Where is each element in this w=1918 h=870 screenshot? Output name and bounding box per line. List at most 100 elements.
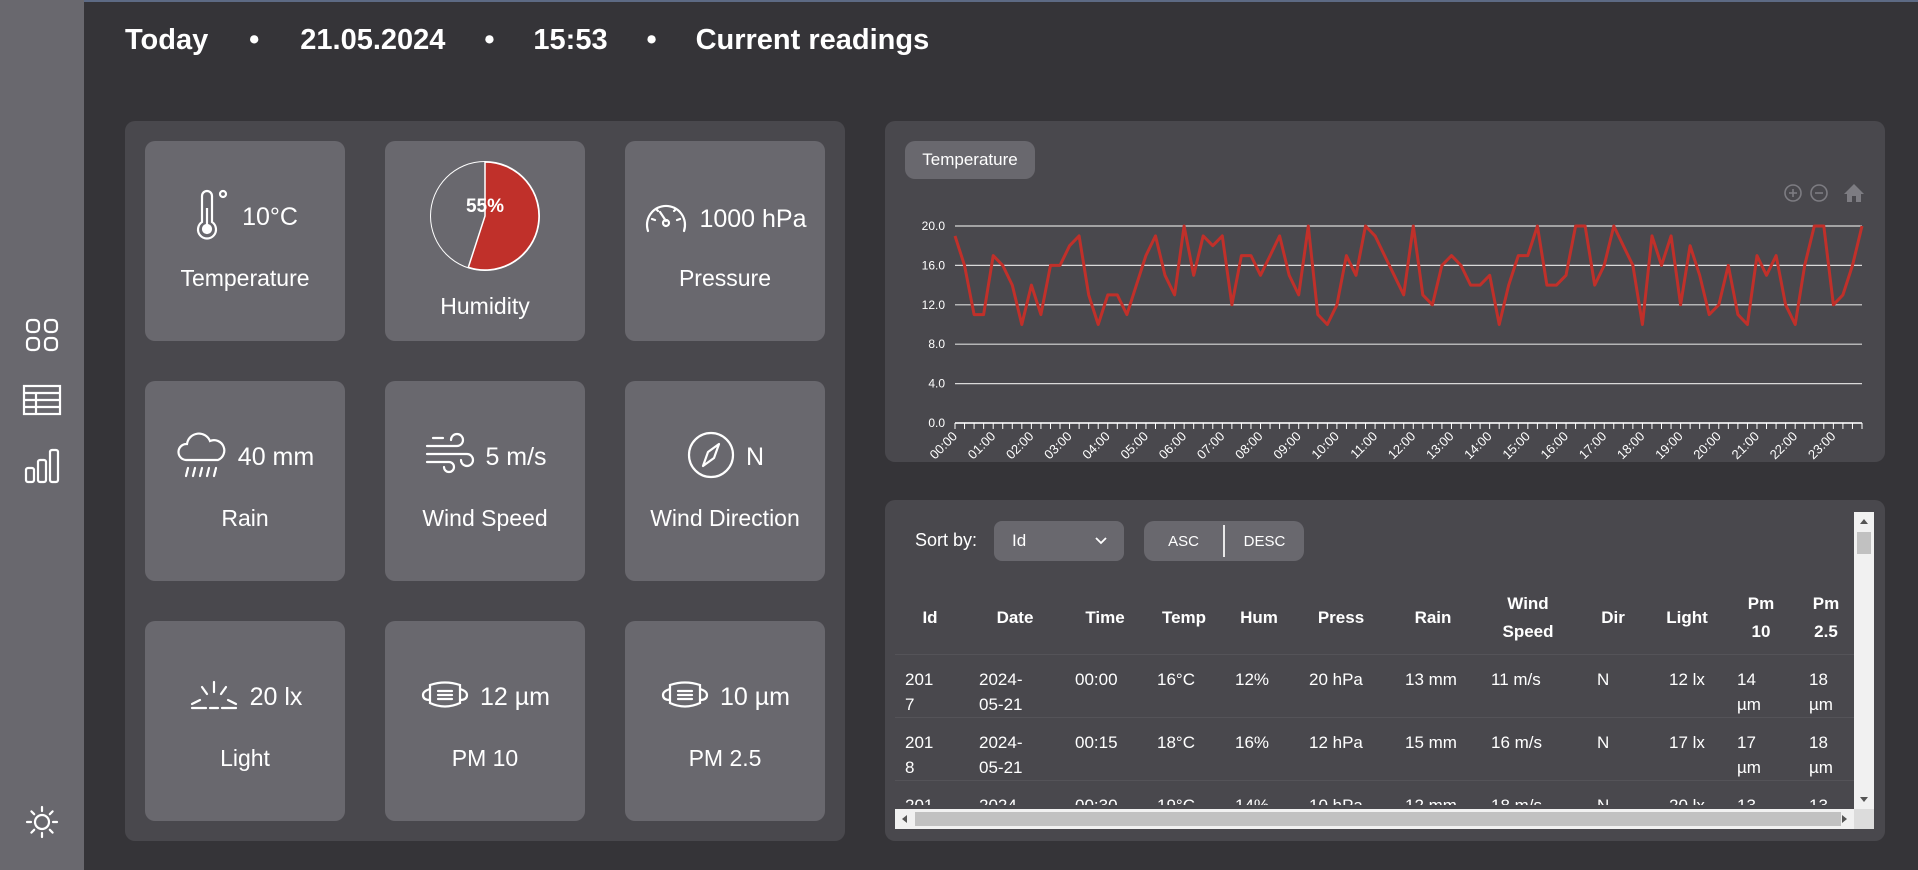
table-icon[interactable]	[22, 380, 62, 420]
thermometer-icon	[192, 188, 232, 247]
column-header[interactable]: Dir	[1577, 583, 1649, 654]
humidity-value: 55%	[465, 196, 505, 217]
column-header[interactable]: Pm 2.5	[1797, 583, 1855, 654]
sunrise-icon	[188, 678, 240, 717]
tile-pm10: 12 µm PM 10	[385, 621, 585, 821]
table-cell: N	[1577, 716, 1649, 780]
table-cell: 17 lx	[1649, 716, 1725, 780]
table-cell: 16°C	[1145, 653, 1223, 717]
column-header-label: Time	[1085, 608, 1125, 628]
wind-direction-value: N	[745, 442, 765, 471]
table-cell-text: 201	[905, 732, 934, 752]
column-header[interactable]: Id	[895, 583, 965, 654]
x-tick-label: 13:00	[1423, 429, 1457, 462]
table-cell-text: 2024-	[979, 732, 1023, 752]
x-tick-label: 16:00	[1538, 429, 1572, 462]
wind-speed-value: 5 m/s	[485, 442, 547, 471]
light-label: Light	[220, 745, 270, 771]
column-header-label: Speed	[1502, 622, 1554, 642]
table-cell: 00:30	[1065, 779, 1145, 805]
y-tick-label: 4.0	[928, 377, 945, 391]
vertical-scrollbar[interactable]	[1854, 512, 1874, 809]
rain-label: Rain	[221, 505, 269, 531]
column-header[interactable]: Light	[1649, 583, 1725, 654]
column-header[interactable]: Temp	[1145, 583, 1223, 654]
x-tick-label: 05:00	[1117, 429, 1151, 462]
table-cell: 12 hPa	[1295, 716, 1387, 780]
wind-icon	[423, 432, 475, 483]
x-tick-label: 09:00	[1270, 429, 1304, 462]
y-tick-label: 12.0	[922, 298, 946, 312]
x-tick-label: 03:00	[1041, 429, 1075, 462]
column-header[interactable]: Press	[1295, 583, 1387, 654]
temperature-series-line	[953, 224, 1864, 326]
pm10-value: 12 µm	[480, 682, 550, 711]
table-row[interactable]: 201 8 2024- 05-21 00:15 18°C 16% 12 hPa 15 mm 16 …	[895, 716, 1855, 780]
column-header[interactable]: Hum	[1223, 583, 1295, 654]
table-cell-text: 13	[1809, 795, 1828, 806]
table-cell-text: 05-21	[979, 757, 1023, 777]
zoom-out-icon[interactable]	[1810, 184, 1828, 202]
bar-chart-icon[interactable]	[22, 446, 62, 486]
table-cell: 12 mm	[1387, 779, 1479, 805]
table-cell-text: 14%	[1235, 795, 1270, 806]
table-cell-text: 15 mm	[1405, 732, 1457, 752]
horizontal-scrollbar[interactable]	[895, 809, 1874, 829]
table-cell: 11 m/s	[1479, 653, 1577, 717]
header-separator: •	[249, 24, 260, 56]
readings-table: Id Date Time Temp Hum Press Rain Wind Speed Dir Li…	[895, 583, 1855, 805]
x-tick-label: 12:00	[1385, 429, 1419, 462]
y-tick-label: 0.0	[928, 416, 945, 430]
column-header-label: Id	[922, 608, 938, 628]
header-today: Today	[125, 24, 209, 56]
dashboard-grid-icon[interactable]	[22, 315, 62, 355]
zoom-in-icon[interactable]	[1784, 184, 1802, 202]
column-header[interactable]: Time	[1065, 583, 1145, 654]
x-tick-label: 08:00	[1232, 429, 1266, 462]
table-cell: 12%	[1223, 653, 1295, 717]
column-header-label: 10	[1751, 622, 1771, 642]
table-cell-text: 18 m/s	[1491, 795, 1543, 806]
wind-direction-label: Wind Direction	[650, 505, 800, 531]
table-cell: 201 8	[895, 716, 965, 780]
pm10-label: PM 10	[451, 745, 519, 771]
readings-table-wrap: Id Date Time Temp Hum Press Rain Wind Speed Dir Li…	[895, 512, 1855, 805]
table-cell: 16 m/s	[1479, 716, 1577, 780]
table-cell-text: 12 hPa	[1309, 732, 1363, 752]
y-tick-label: 16.0	[922, 258, 946, 272]
page-header: Today • 21.05.2024 • 15:53 • Current rea…	[125, 18, 929, 63]
table-row[interactable]: 201 7 2024- 05-21 00:00 16°C 12% 20 hPa 13 mm 11 …	[895, 653, 1855, 717]
gauge-icon	[643, 199, 689, 240]
table-cell: 14 µm	[1725, 653, 1797, 717]
x-tick-label: 07:00	[1194, 429, 1228, 462]
table-cell: 00:00	[1065, 653, 1145, 717]
table-cell: 15 mm	[1387, 716, 1479, 780]
x-tick-label: 06:00	[1156, 429, 1190, 462]
table-cell-text: 201	[905, 795, 934, 806]
table-cell-text: 10 hPa	[1309, 795, 1363, 806]
temperature-label: Temperature	[180, 265, 310, 291]
tile-humidity: 55% Humidity	[385, 141, 585, 341]
column-header-label: Wind	[1507, 594, 1549, 614]
table-cell-text: 16%	[1235, 732, 1270, 752]
table-cell-text: µm	[1737, 694, 1761, 714]
column-header[interactable]: Rain	[1387, 583, 1479, 654]
x-tick-label: 19:00	[1652, 429, 1686, 462]
table-cell-text: 18	[1809, 732, 1828, 752]
table-row[interactable]: 201 2024- 00:30 19°C 14% 10 hPa 12 mm 18 m/s N 20…	[895, 779, 1855, 806]
column-header[interactable]: Wind Speed	[1479, 583, 1577, 654]
home-icon[interactable]	[1844, 184, 1864, 202]
column-header[interactable]: Pm 10	[1725, 583, 1797, 654]
table-cell: 12 lx	[1649, 653, 1725, 717]
header-separator: •	[646, 24, 657, 56]
table-cell-text: 12 lx	[1669, 669, 1705, 689]
table-cell-text: 19°C	[1157, 795, 1195, 806]
table-cell-text: N	[1597, 732, 1610, 752]
sun-theme-icon[interactable]	[22, 802, 62, 842]
x-tick-label: 10:00	[1308, 429, 1342, 462]
column-header[interactable]: Date	[965, 583, 1065, 654]
tile-wind-speed: 5 m/s Wind Speed	[385, 381, 585, 581]
table-cell: 18 m/s	[1479, 779, 1577, 806]
column-header-label: Dir	[1601, 608, 1625, 628]
pressure-value: 1000 hPa	[699, 204, 807, 233]
